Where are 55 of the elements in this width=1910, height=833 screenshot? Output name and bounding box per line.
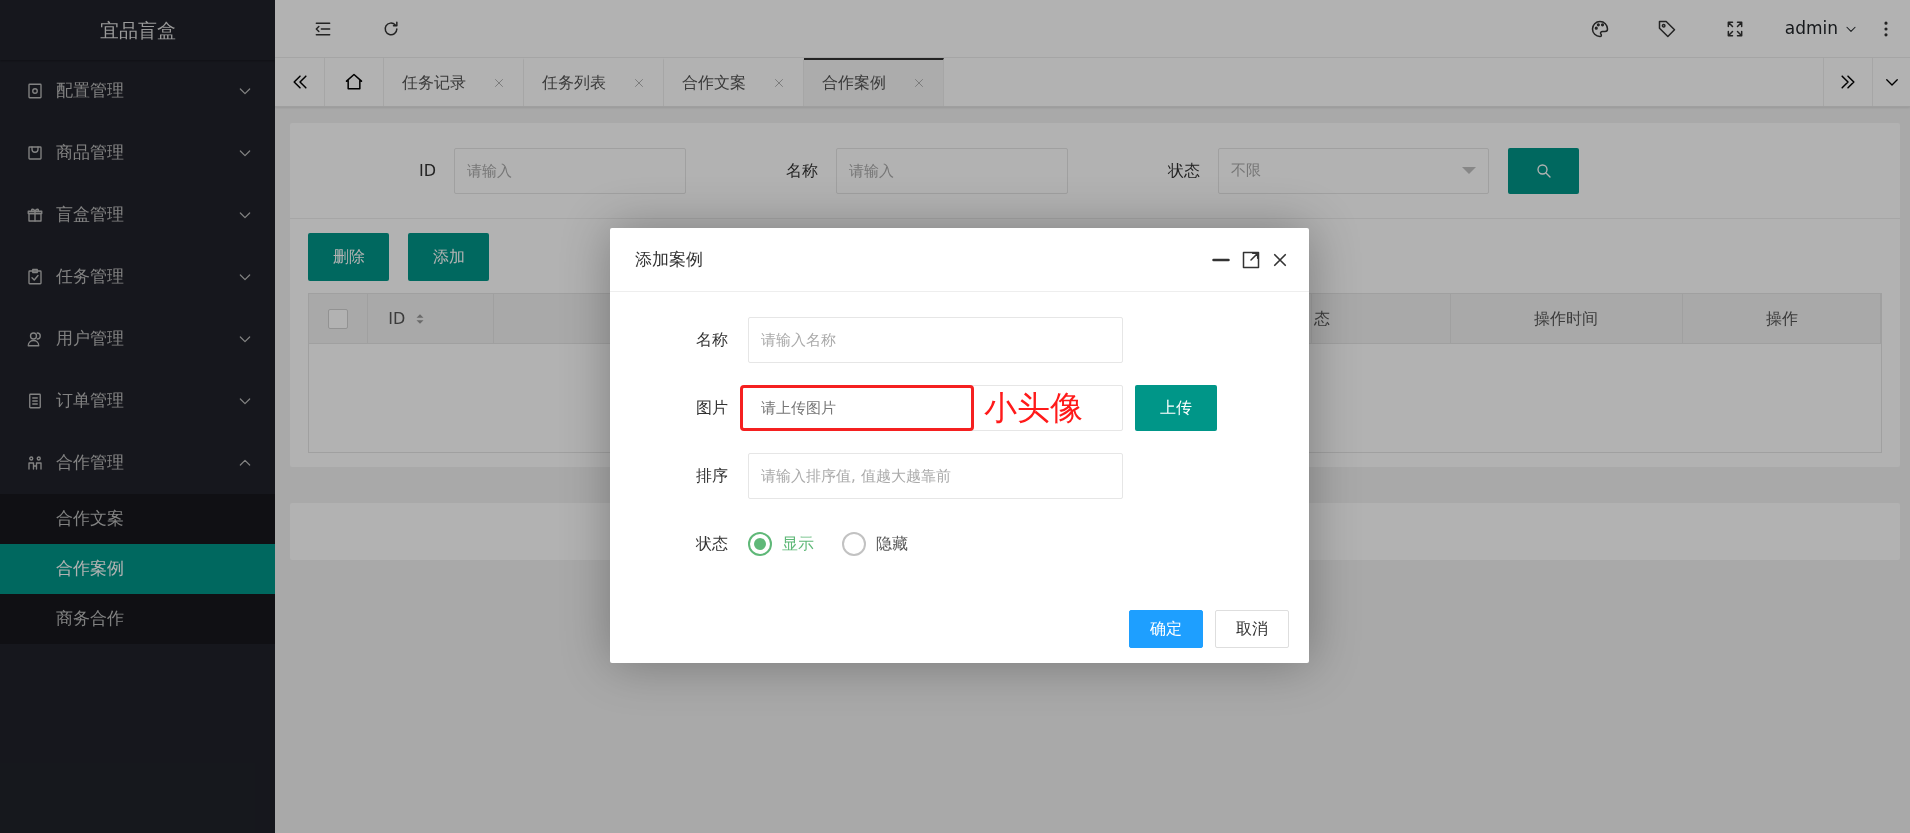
column-header: 操作 bbox=[1765, 307, 1798, 330]
tab[interactable]: 合作案例 bbox=[804, 58, 944, 106]
logo-text: 宜品盲盒 bbox=[0, 0, 275, 60]
dialog-title: 添加案例 bbox=[635, 247, 704, 271]
field-label: 状态 bbox=[695, 533, 729, 555]
checkbox[interactable] bbox=[328, 308, 349, 329]
tab[interactable]: 任务列表 bbox=[524, 58, 664, 106]
home-icon bbox=[344, 72, 364, 92]
clipboard-check-icon bbox=[26, 268, 44, 286]
field-label: 名称 bbox=[695, 329, 729, 351]
search-button[interactable] bbox=[1508, 147, 1580, 194]
field-label: 图片 bbox=[695, 397, 729, 419]
user-menu[interactable]: admin bbox=[1784, 15, 1858, 42]
tag-icon[interactable] bbox=[1656, 18, 1677, 39]
user-icon bbox=[26, 330, 44, 348]
maximize-icon[interactable] bbox=[1241, 249, 1261, 270]
tab[interactable]: 任务记录 bbox=[384, 58, 524, 106]
menu-item[interactable]: 订单管理 bbox=[56, 388, 237, 414]
column-header: 态 bbox=[1314, 307, 1331, 330]
scroll-left-button[interactable] bbox=[275, 58, 325, 106]
gift-icon bbox=[26, 206, 44, 224]
toolbar-button[interactable]: 删除 bbox=[308, 233, 389, 281]
gear-document-icon bbox=[26, 82, 44, 100]
menu-item[interactable]: 合作管理 bbox=[56, 450, 237, 476]
upload-button[interactable]: 上传 bbox=[1135, 385, 1217, 431]
palette-icon[interactable] bbox=[1589, 18, 1610, 39]
column-header: 操作时间 bbox=[1534, 307, 1599, 330]
field-label: 名称 bbox=[786, 159, 819, 182]
scroll-right-button[interactable] bbox=[1823, 58, 1873, 106]
input-field[interactable]: 请上传图片 bbox=[740, 385, 974, 431]
radio-option[interactable]: 显示 bbox=[748, 532, 814, 556]
toolbar-button[interactable]: 添加 bbox=[408, 233, 489, 281]
radio-option[interactable]: 隐藏 bbox=[842, 532, 908, 556]
menu-item[interactable]: 配置管理 bbox=[56, 78, 237, 104]
document-icon bbox=[26, 392, 44, 410]
submenu-item[interactable]: 合作文案 bbox=[0, 494, 275, 544]
menu-item[interactable]: 用户管理 bbox=[56, 326, 237, 352]
tab[interactable]: 合作文案 bbox=[664, 58, 804, 106]
menu-item[interactable]: 盲盒管理 bbox=[56, 202, 237, 228]
home-tab[interactable] bbox=[325, 58, 384, 106]
bag-icon bbox=[26, 144, 44, 162]
cancel-button[interactable]: 取消 bbox=[1215, 610, 1289, 648]
submenu-item[interactable]: 商务合作 bbox=[0, 594, 275, 644]
field-label: 排序 bbox=[695, 465, 729, 487]
menu-item[interactable]: 商品管理 bbox=[56, 140, 237, 166]
field-label: 状态 bbox=[1168, 159, 1201, 182]
field-label: ID bbox=[419, 159, 437, 182]
submenu-item[interactable]: 合作案例 bbox=[0, 544, 275, 594]
search-icon bbox=[1534, 161, 1553, 180]
confirm-button[interactable]: 确定 bbox=[1129, 610, 1203, 648]
annotation-text: 小头像 bbox=[984, 388, 1083, 428]
people-icon bbox=[26, 454, 44, 472]
menu-item[interactable]: 任务管理 bbox=[56, 264, 237, 290]
caret-icon bbox=[1462, 167, 1477, 174]
column-header[interactable]: ID bbox=[388, 306, 406, 331]
